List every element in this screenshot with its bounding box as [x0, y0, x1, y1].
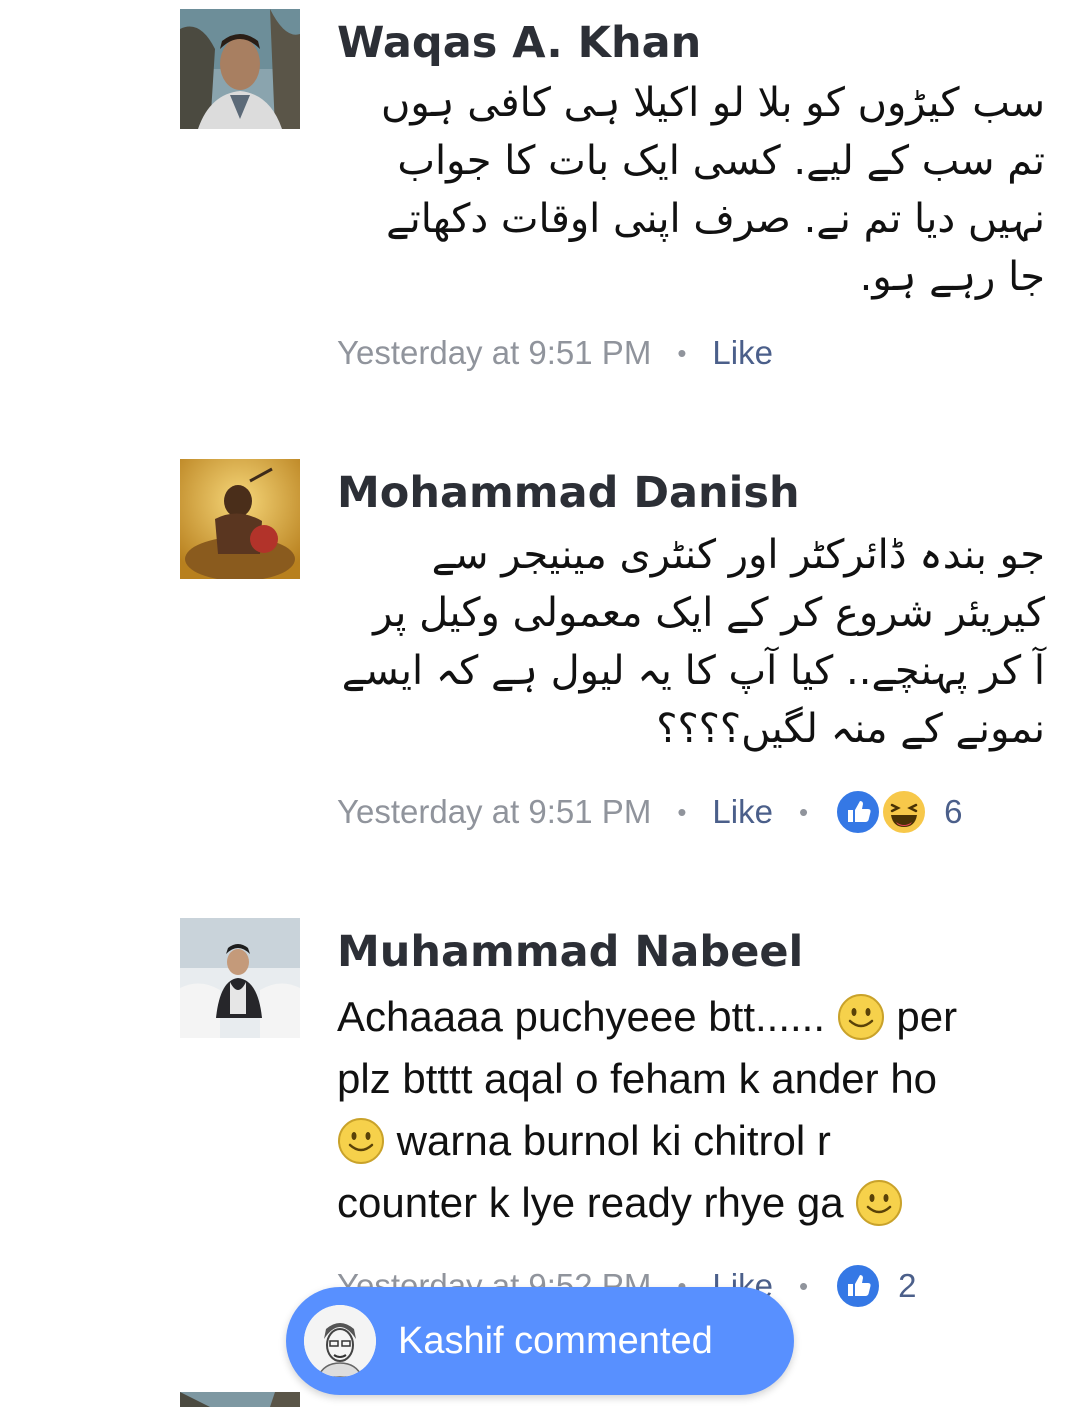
comment-text: سب کیڑوں کو بلا لو اکیلا ہی کافی ہوں تم … [330, 74, 1045, 306]
new-comment-toast[interactable]: Kashif commented [286, 1287, 794, 1395]
comment-author[interactable]: Waqas A. Khan [337, 18, 701, 68]
toast-text: Kashif commented [398, 1319, 713, 1362]
separator-dot: • [798, 1270, 809, 1301]
smile-emoji-icon [856, 1180, 903, 1226]
separator-dot: • [677, 796, 687, 827]
comment-meta: Yesterday at 9:51 PM • Like [337, 334, 773, 372]
reaction-count: 2 [898, 1267, 917, 1304]
reaction-count: 6 [944, 793, 963, 830]
toast-avatar [304, 1305, 376, 1377]
comment-text-line: warna burnol ki chitrol r [337, 1110, 1047, 1172]
comment-text-segment: warna burnol ki chitrol r [385, 1117, 831, 1164]
comment-timestamp[interactable]: Yesterday at 9:51 PM [337, 334, 651, 372]
haha-icon [881, 789, 928, 835]
comment-text: جو بندہ ڈائرکٹر اور کنٹری مینیجر سے کیری… [330, 526, 1045, 758]
smile-emoji-icon [837, 994, 884, 1040]
comment-text-line: counter k lye ready rhye ga [337, 1172, 1047, 1234]
comment-text-segment: Achaaaa puchyeee btt...... [337, 993, 837, 1040]
comment-text-line: جا رہے ہو. [859, 254, 1045, 300]
comment-text-line: جو بندہ ڈائرکٹر اور کنٹری مینیجر سے [431, 532, 1045, 578]
like-button[interactable]: Like [712, 793, 773, 831]
comment-text-line: نہیں دیا تم نے. صرف اپنی اوقات دکھاتے [386, 196, 1045, 242]
reactions-summary[interactable]: 6 [834, 788, 962, 836]
like-icon [835, 789, 882, 835]
separator-dot: • [798, 796, 809, 827]
avatar[interactable] [180, 1392, 300, 1407]
comment-text-line: آ کر پہنچے.. کیا آپ کا یہ لیول ہے کہ ایس… [341, 648, 1045, 694]
separator-dot: • [677, 337, 687, 368]
comment-text-line: plz btttt aqal o feham k ander ho [337, 1055, 938, 1102]
comment-author[interactable]: Mohammad Danish [337, 468, 800, 518]
comment-timestamp[interactable]: Yesterday at 9:51 PM [337, 793, 651, 831]
smile-emoji-icon [338, 1118, 384, 1164]
comment-text-segment: counter k lye ready rhye ga [337, 1179, 856, 1226]
like-button[interactable]: Like [712, 334, 773, 372]
comment-text-line: سب کیڑوں کو بلا لو اکیلا ہی کافی ہوں [381, 80, 1045, 126]
comment-text: Achaaaa puchyeee btt...... per plz btttt… [337, 986, 1047, 1234]
reactions-summary[interactable]: 2 [834, 1262, 916, 1310]
avatar[interactable] [180, 918, 300, 1038]
comment-meta: Yesterday at 9:51 PM • Like • 6 [337, 788, 962, 836]
comment-text-line: کیریئر شروع کر کے ایک معمولی وکیل پر [373, 590, 1045, 636]
comment-author[interactable]: Muhammad Nabeel [337, 927, 803, 977]
comment-text-line: تم سب کے لیے. کسی ایک بات کا جواب [397, 138, 1045, 184]
comment-text-line: Achaaaa puchyeee btt...... per [337, 986, 1047, 1048]
comment-text-line: نمونے کے منہ لگیں؟؟؟؟ [656, 706, 1045, 752]
avatar[interactable] [180, 9, 300, 129]
avatar[interactable] [180, 459, 300, 579]
like-icon [835, 1263, 882, 1309]
comment-text-segment: per [884, 993, 958, 1040]
